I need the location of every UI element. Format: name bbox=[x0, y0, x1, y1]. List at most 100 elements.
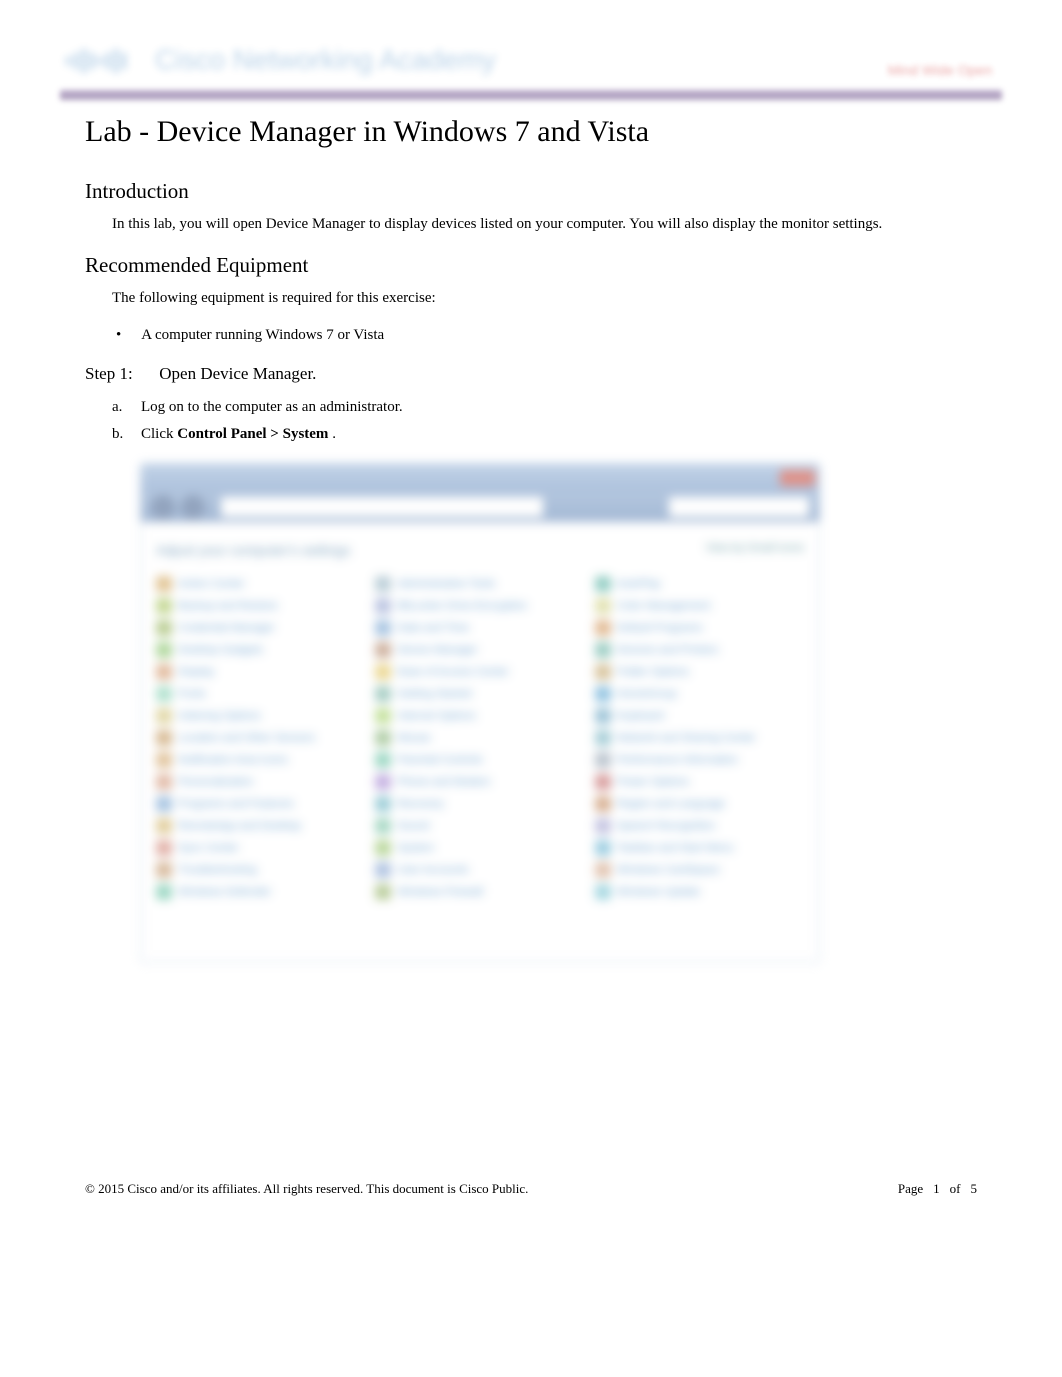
cp-item-label: System bbox=[397, 842, 434, 854]
cp-item: Recovery bbox=[375, 796, 584, 812]
equipment-paragraph: The following equipment is required for … bbox=[112, 288, 977, 309]
substep-b-letter: b. bbox=[112, 426, 126, 443]
back-button-icon bbox=[151, 495, 175, 519]
header-tagline: Mind Wide Open bbox=[888, 62, 992, 78]
cp-item-icon bbox=[156, 884, 172, 900]
cp-item-icon bbox=[156, 818, 172, 834]
cp-item-icon bbox=[375, 708, 391, 724]
cp-item-icon bbox=[595, 818, 611, 834]
cp-item-label: Parental Controls bbox=[397, 754, 482, 766]
cp-item-label: Personalization bbox=[178, 776, 253, 788]
cp-item: Devices and Printers bbox=[595, 642, 804, 658]
cp-item: Taskbar and Start Menu bbox=[595, 840, 804, 856]
cp-item-label: Taskbar and Start Menu bbox=[617, 842, 734, 854]
cp-item-label: Indexing Options bbox=[178, 710, 261, 722]
cp-item-icon bbox=[375, 642, 391, 658]
cp-item-label: Sound bbox=[397, 820, 429, 832]
footer-page-label: Page bbox=[898, 1181, 923, 1197]
step-1-label: Step 1: bbox=[85, 364, 155, 384]
cp-item-icon bbox=[156, 598, 172, 614]
cp-view-value: Small Icons bbox=[747, 542, 804, 554]
cp-item-label: Troubleshooting bbox=[178, 864, 256, 876]
header-divider-bar bbox=[60, 90, 1002, 100]
cp-item-icon bbox=[595, 862, 611, 878]
cp-item-icon bbox=[375, 598, 391, 614]
cp-item-label: Phone and Modem bbox=[397, 776, 490, 788]
cp-items-grid: Action CenterAdministrative ToolsAutoPla… bbox=[156, 576, 804, 900]
cisco-logo-icon bbox=[60, 40, 135, 80]
cp-item-label: Windows Update bbox=[617, 886, 700, 898]
cp-item: Getting Started bbox=[375, 686, 584, 702]
substep-a-letter: a. bbox=[112, 399, 126, 416]
cp-item-label: Location and Other Sensors bbox=[178, 732, 315, 744]
cp-item-label: Devices and Printers bbox=[617, 644, 719, 656]
cp-item-label: Network and Sharing Center bbox=[617, 732, 756, 744]
step-1-heading: Step 1: Open Device Manager. bbox=[85, 364, 977, 384]
cp-item-icon bbox=[375, 752, 391, 768]
cp-item-label: Device Manager bbox=[397, 644, 477, 656]
bullet-text: A computer running Windows 7 or Vista bbox=[141, 327, 384, 344]
cp-item-icon bbox=[595, 642, 611, 658]
step-1-title: Open Device Manager. bbox=[159, 364, 316, 383]
cp-item-icon bbox=[156, 708, 172, 724]
cp-item-label: Ease of Access Center bbox=[397, 666, 508, 678]
cp-item-icon bbox=[595, 620, 611, 636]
cp-item-icon bbox=[375, 576, 391, 592]
cp-item-icon bbox=[156, 796, 172, 812]
brand-text: Cisco Networking Academy bbox=[155, 44, 496, 76]
cp-navbar bbox=[141, 492, 819, 522]
cp-item-label: Programs and Features bbox=[178, 798, 294, 810]
equipment-heading: Recommended Equipment bbox=[85, 253, 977, 278]
substep-b-text: Click Control Panel > System . bbox=[141, 426, 336, 443]
cp-item: Administrative Tools bbox=[375, 576, 584, 592]
cp-item-icon bbox=[595, 884, 611, 900]
bullet-icon: • bbox=[116, 327, 121, 344]
cp-item: Troubleshooting bbox=[156, 862, 365, 878]
cp-item: Personalization bbox=[156, 774, 365, 790]
cp-item-icon bbox=[156, 664, 172, 680]
cp-item: Windows Update bbox=[595, 884, 804, 900]
cp-item-label: Mouse bbox=[397, 732, 430, 744]
list-item: • A computer running Windows 7 or Vista bbox=[112, 327, 977, 344]
cp-item-label: Region and Language bbox=[617, 798, 725, 810]
cp-item-label: Default Programs bbox=[617, 622, 703, 634]
cp-item-icon bbox=[375, 686, 391, 702]
address-bar bbox=[221, 497, 543, 517]
cp-item-label: Performance Information bbox=[617, 754, 738, 766]
cp-item-label: Recovery bbox=[397, 798, 443, 810]
cp-item: HomeGroup bbox=[595, 686, 804, 702]
cp-item: System bbox=[375, 840, 584, 856]
equipment-list: • A computer running Windows 7 or Vista bbox=[112, 327, 977, 344]
cp-item-label: Windows Defender bbox=[178, 886, 271, 898]
cp-item: Performance Information bbox=[595, 752, 804, 768]
cp-item-label: Credential Manager bbox=[178, 622, 275, 634]
intro-heading: Introduction bbox=[85, 179, 977, 204]
cp-item-icon bbox=[595, 730, 611, 746]
cp-item: Action Center bbox=[156, 576, 365, 592]
cp-item-label: Power Options bbox=[617, 776, 689, 788]
substep-b-bold: Control Panel > System bbox=[177, 426, 328, 442]
cp-item: Windows CardSpace bbox=[595, 862, 804, 878]
substep-b-prefix: Click bbox=[141, 426, 177, 442]
cp-item: Ease of Access Center bbox=[375, 664, 584, 680]
cp-item-icon bbox=[156, 862, 172, 878]
cp-item: Keyboard bbox=[595, 708, 804, 724]
cp-item: Speech Recognition bbox=[595, 818, 804, 834]
cp-item-icon bbox=[156, 774, 172, 790]
cp-item: User Accounts bbox=[375, 862, 584, 878]
cp-item-label: HomeGroup bbox=[617, 688, 677, 700]
intro-paragraph: In this lab, you will open Device Manage… bbox=[112, 214, 977, 235]
cp-item-icon bbox=[595, 796, 611, 812]
cp-item-label: Speech Recognition bbox=[617, 820, 715, 832]
control-panel-screenshot: Adjust your computer's settings View by … bbox=[140, 463, 820, 963]
cp-item: Default Programs bbox=[595, 620, 804, 636]
cp-item-icon bbox=[375, 818, 391, 834]
cp-item: Programs and Features bbox=[156, 796, 365, 812]
cp-item-icon bbox=[156, 840, 172, 856]
cp-item-icon bbox=[375, 664, 391, 680]
cp-item-icon bbox=[595, 664, 611, 680]
forward-button-icon bbox=[181, 495, 205, 519]
cp-item: Internet Options bbox=[375, 708, 584, 724]
cp-item-label: Backup and Restore bbox=[178, 600, 278, 612]
cp-item-label: Sync Center bbox=[178, 842, 239, 854]
